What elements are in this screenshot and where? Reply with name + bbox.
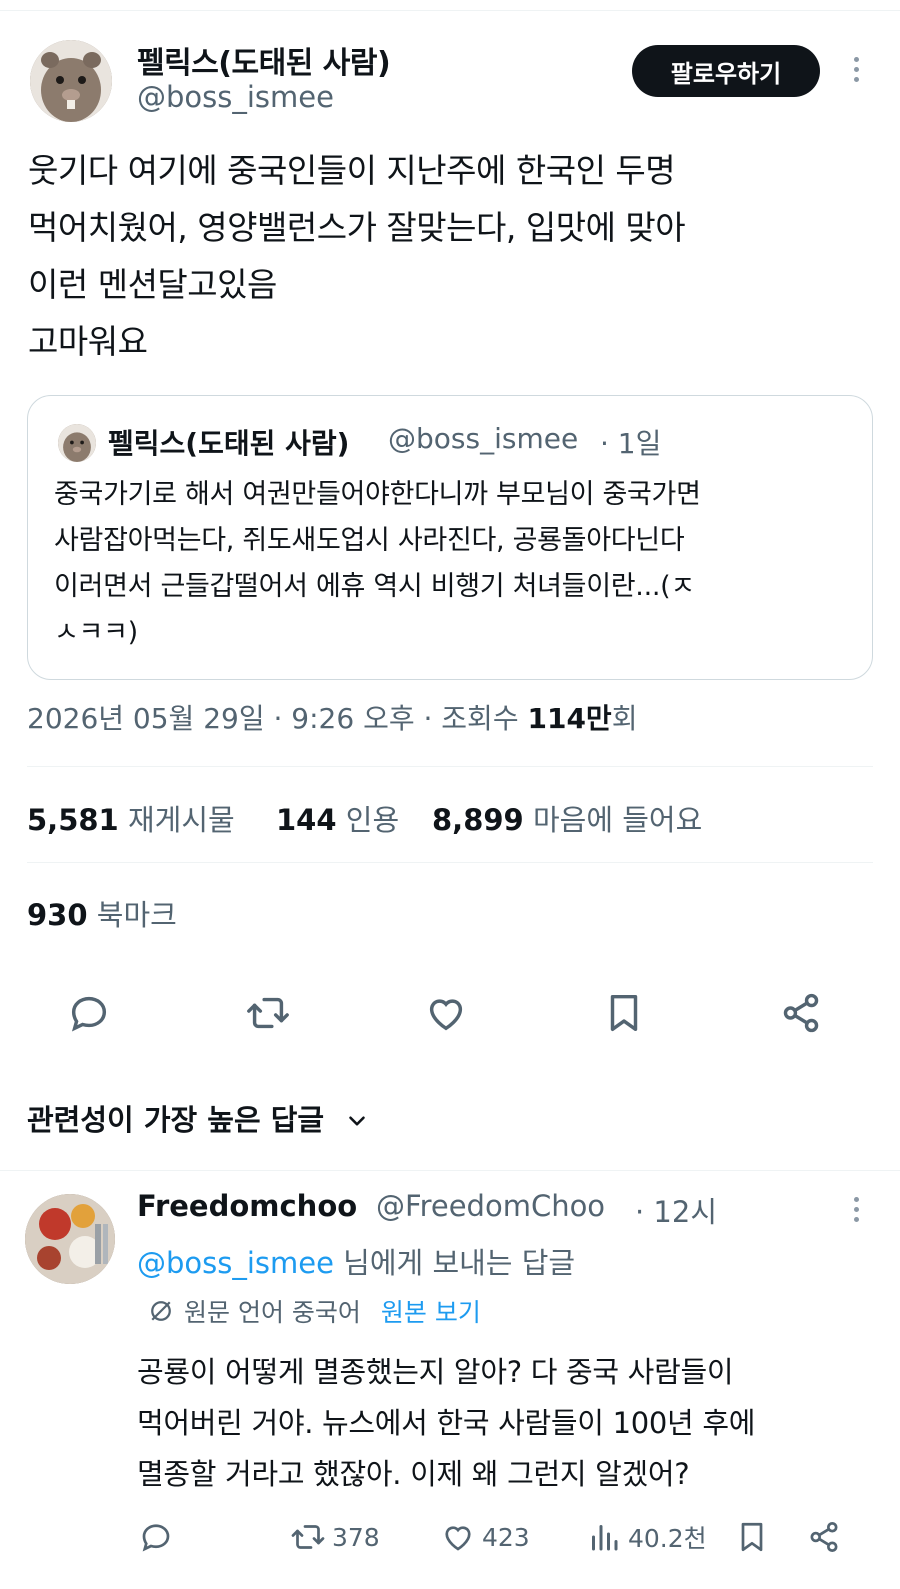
replies-sort-label: 관련성이 가장 높은 답글: [27, 1103, 325, 1137]
bookmark-stat[interactable]: 930 북마크: [27, 892, 177, 934]
reply-views-count: 40.2천: [628, 1524, 707, 1553]
reply-text-line: 먹어버린 거야. 뉴스에서 한국 사람들이 100년 후에: [137, 1406, 756, 1440]
reply-share-button[interactable]: [806, 1517, 842, 1557]
reply-like-count: 423: [482, 1522, 530, 1552]
tweet-text-line: 먹어치웠어, 영양밸런스가 잘맞는다, 입맛에 맞아: [28, 208, 686, 247]
reply-time: · 12시: [635, 1195, 718, 1229]
heart-icon[interactable]: [423, 990, 469, 1036]
reply-author-handle[interactable]: @FreedomChoo: [376, 1189, 605, 1223]
views-chart-icon: [592, 1525, 618, 1551]
reply-like-button[interactable]: 423: [440, 1517, 530, 1557]
quoted-text-line: 중국가기로 해서 여권만들어야한다니까 부모님이 중국가면: [54, 479, 701, 510]
quoted-time: · 1일: [600, 427, 662, 460]
bookmark-icon[interactable]: [601, 990, 647, 1036]
quoted-text-line: 사람잡아먹는다, 쥐도새도업시 사라진다, 공룡돌아다닌다: [54, 525, 685, 556]
quoted-author-handle: @boss_ismee: [388, 422, 579, 455]
repost-count: 5,581: [27, 803, 119, 837]
bookmark-count: 930: [27, 898, 88, 932]
tweet-text-line: 고마워요: [28, 322, 148, 361]
follow-button[interactable]: 팔로우하기: [632, 45, 820, 97]
quoted-author-name: 펠릭스(도태된 사람): [108, 427, 350, 460]
divider: [0, 1170, 900, 1171]
tweet-text-line: 웃기다 여기에 중국인들이 지난주에 한국인 두명: [28, 151, 676, 190]
reply-text: 공룡이 어떻게 멸종했는지 알아? 다 중국 사람들이 먹어버린 거야. 뉴스에…: [137, 1347, 755, 1500]
replies-sort-dropdown[interactable]: 관련성이 가장 높은 답글: [27, 1097, 370, 1139]
quoted-text-line: 이러면서 근들갑떨어서 에휴 역시 비행기 처녀들이란...(ㅈ: [54, 571, 695, 602]
reply-icon: [142, 1524, 170, 1552]
translate-icon: [151, 1301, 171, 1321]
timestamp-text[interactable]: 2026년 05월 29일 · 9:26 오후 · 조회수: [27, 702, 527, 735]
divider: [27, 862, 873, 863]
quote-stat[interactable]: 144 인용: [276, 797, 399, 839]
reply-icon[interactable]: [66, 990, 112, 1036]
quote-count: 144: [276, 803, 337, 837]
show-original-link[interactable]: 원본 보기: [381, 1293, 481, 1329]
tweet-text: 웃기다 여기에 중국인들이 지난주에 한국인 두명 먹어치웠어, 영양밸런스가 …: [28, 142, 686, 370]
tweet-timestamp[interactable]: 2026년 05월 29일 · 9:26 오후 · 조회수 114만회: [27, 697, 637, 737]
bookmark-icon: [741, 1522, 763, 1552]
reply-author-name[interactable]: Freedomchoo: [137, 1189, 357, 1223]
reply-retweet-count: 378: [332, 1522, 380, 1552]
share-icon[interactable]: [778, 990, 824, 1036]
author-handle[interactable]: @boss_ismee: [137, 80, 334, 114]
like-count: 8,899: [432, 803, 524, 837]
retweet-icon: [291, 1525, 325, 1549]
share-icon: [810, 1522, 838, 1552]
views-count: 114만: [527, 702, 612, 735]
more-options-icon[interactable]: [846, 57, 866, 82]
author-avatar[interactable]: [30, 40, 112, 122]
quoted-text: 중국가기로 해서 여권만들어야한다니까 부모님이 중국가면 사람잡아먹는다, 쥐…: [54, 472, 701, 656]
reply-retweet-button[interactable]: 378: [290, 1517, 380, 1557]
reply-bookmark-button[interactable]: [734, 1517, 770, 1557]
tweet-text-line: 이런 멘션달고있음: [28, 265, 277, 304]
reply-text-line: 공룡이 어떻게 멸종했는지 알아? 다 중국 사람들이: [137, 1355, 734, 1389]
views-suffix: 회: [611, 702, 638, 735]
divider: [27, 766, 873, 767]
translation-notice: 원문 언어 중국어 원본 보기: [146, 1293, 481, 1329]
bookmark-label: 북마크: [96, 898, 177, 932]
quoted-author-avatar: [58, 424, 96, 462]
reply-more-options-icon[interactable]: [846, 1197, 866, 1222]
replying-to-handle[interactable]: @boss_ismee: [137, 1246, 334, 1280]
heart-icon: [445, 1526, 471, 1551]
author-name[interactable]: 펠릭스(도태된 사람): [137, 38, 391, 82]
quote-label: 인용: [345, 803, 400, 837]
quoted-text-line: ㅅㅋㅋ): [54, 617, 138, 648]
reply-author-avatar[interactable]: [25, 1194, 115, 1284]
reply-reply-button[interactable]: [138, 1517, 174, 1557]
replying-to-suffix: 님에게 보내는 답글: [333, 1246, 576, 1280]
quoted-tweet[interactable]: 펠릭스(도태된 사람) @boss_ismee · 1일 중국가기로 해서 여권…: [27, 395, 873, 680]
reply-text-line: 멸종할 거라고 했잖아. 이제 왜 그런지 알겠어?: [137, 1457, 690, 1491]
retweet-icon[interactable]: [245, 990, 291, 1036]
replying-to: @boss_ismee 님에게 보내는 답글: [137, 1240, 575, 1282]
translation-info: 원문 언어 중국어: [184, 1298, 361, 1327]
repost-stat[interactable]: 5,581 재게시물: [27, 797, 235, 839]
like-label: 마음에 들어요: [532, 803, 703, 837]
chevron-down-icon: [349, 1116, 366, 1126]
reply-views-button[interactable]: 40.2천: [586, 1517, 707, 1557]
top-divider: [0, 10, 900, 11]
repost-label: 재게시물: [127, 803, 235, 837]
like-stat[interactable]: 8,899 마음에 들어요: [432, 797, 702, 839]
